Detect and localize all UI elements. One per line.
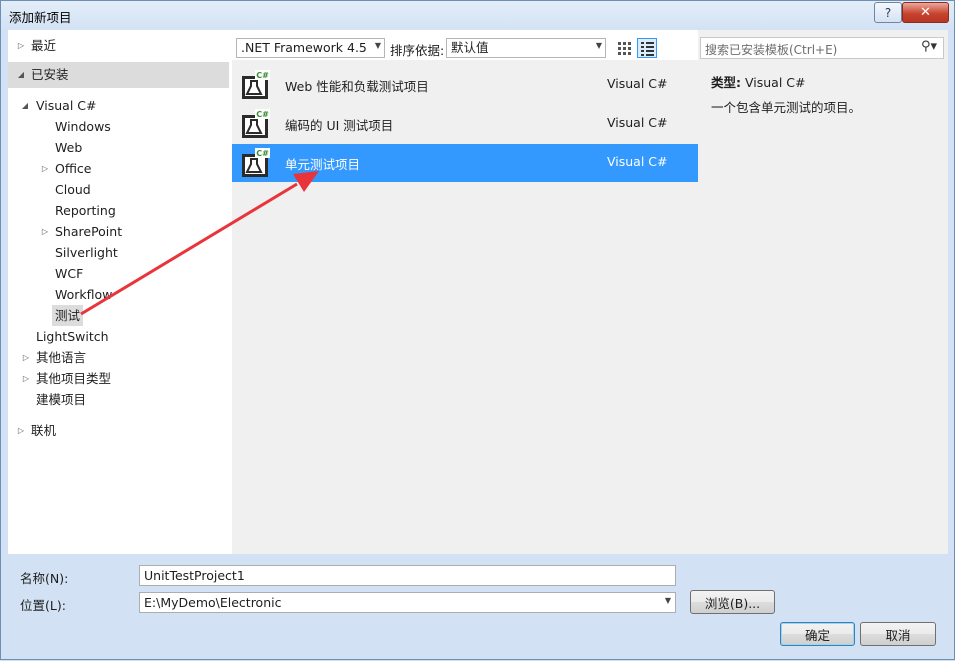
- annotation-arrow-line: [80, 182, 298, 316]
- cancel-button[interactable]: 取消: [860, 622, 936, 646]
- project-name-input[interactable]: UnitTestProject1: [139, 565, 676, 586]
- annotation-arrow: [80, 171, 319, 316]
- location-combobox[interactable]: E:\MyDemo\Electronic ▼: [139, 592, 676, 613]
- annotation-arrow-head-icon: [293, 171, 319, 192]
- location-value: E:\MyDemo\Electronic: [144, 595, 282, 610]
- add-new-project-dialog: 添加新项目 ? ✕ ▷ 最近 ◢ 已安装 ◢ Visual C# Windows…: [0, 0, 955, 660]
- name-label: 名称(N):: [20, 571, 69, 586]
- chevron-down-icon[interactable]: ▼: [665, 596, 671, 605]
- location-label: 位置(L):: [20, 598, 66, 613]
- ok-button[interactable]: 确定: [780, 622, 855, 646]
- browse-button[interactable]: 浏览(B)...: [690, 590, 775, 614]
- project-name-value: UnitTestProject1: [144, 568, 245, 583]
